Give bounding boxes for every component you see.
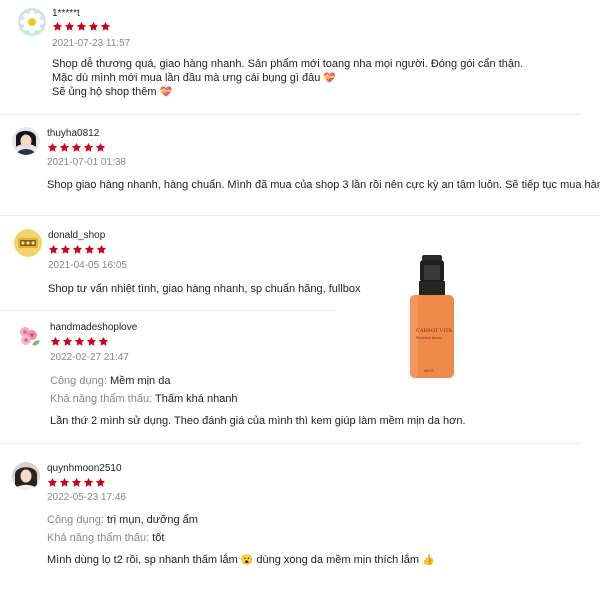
star-icon	[71, 142, 82, 153]
review-text-line: Shop dễ thương quá, giao hàng nhanh. Sản…	[52, 58, 524, 70]
product-maker-text: NAJIT	[424, 369, 435, 373]
attribute-key: Công dụng:	[50, 375, 107, 387]
star-icon	[86, 336, 97, 347]
thumbs-up-emoji: 👍	[422, 555, 435, 566]
review-date: 2022-02-27 21:47	[50, 352, 129, 363]
attribute-row: Khả năng thẩm thấu: Thấm khá nhanh	[50, 393, 238, 405]
star-icon	[95, 142, 106, 153]
review-date: 2021-04-05 16:05	[48, 260, 127, 271]
review-text-line: Lần thứ 2 mình sử dụng. Theo đánh giá củ…	[50, 415, 466, 427]
attribute-key: Công dụng:	[47, 514, 104, 526]
heart-gift-emoji: 💝	[159, 87, 173, 98]
username[interactable]: donald_shop	[48, 230, 105, 241]
star-icon	[83, 477, 94, 488]
review-date: 2021-07-23 11:57	[52, 38, 131, 49]
review-date: 2021-07-01 01:38	[47, 157, 126, 168]
star-rating	[52, 21, 111, 32]
star-icon	[62, 336, 73, 347]
star-icon	[74, 336, 85, 347]
attribute-row: Khả năng thẩm thấu: tốt	[47, 532, 164, 544]
review-text-line: Mình dùng lọ t2 rồi, sp nhanh thấm lắm 😮…	[47, 554, 435, 566]
review-text-line: Mặc dù mình mới mua lần đầu mà ưng cái b…	[52, 72, 336, 84]
star-icon	[83, 142, 94, 153]
star-icon	[98, 336, 109, 347]
divider	[0, 310, 335, 311]
star-icon	[72, 244, 83, 255]
star-icon	[95, 477, 106, 488]
star-rating	[48, 244, 107, 255]
review-text-line: Sẽ ủng hộ shop thêm 💝	[52, 86, 173, 98]
attribute-row: Công dụng: Mềm mịn da	[50, 375, 170, 387]
star-icon	[52, 21, 63, 32]
star-icon	[88, 21, 99, 32]
attribute-value: trị mụn, dưỡng ẩm	[106, 514, 198, 526]
attribute-key: Khả năng thẩm thấu:	[47, 532, 150, 544]
avatar[interactable]	[15, 322, 43, 350]
star-icon	[47, 142, 58, 153]
attribute-value: Thấm khá nhanh	[155, 393, 238, 405]
star-icon	[96, 244, 107, 255]
review-text-line: Shop tư vấn nhiệt tình, giao hàng nhanh,…	[48, 283, 361, 295]
attribute-value: tốt	[152, 532, 165, 544]
star-rating	[50, 336, 109, 347]
avatar[interactable]	[12, 127, 40, 155]
star-icon	[84, 244, 95, 255]
review-text-line: Shop giao hàng nhanh, hàng chuẩn. Mình đ…	[47, 179, 600, 191]
username[interactable]: thuyha0812	[47, 128, 99, 139]
star-icon	[100, 21, 111, 32]
avatar[interactable]	[14, 229, 42, 257]
attribute-key: Khả năng thẩm thấu:	[50, 393, 153, 405]
star-icon	[71, 477, 82, 488]
star-icon	[47, 477, 58, 488]
star-icon	[59, 142, 70, 153]
attribute-row: Công dụng: trị mụn, dưỡng ẩm	[47, 514, 198, 526]
star-rating	[47, 477, 106, 488]
star-icon	[64, 21, 75, 32]
star-rating	[47, 142, 106, 153]
surprised-face-emoji: 😮	[240, 555, 254, 566]
star-icon	[60, 244, 71, 255]
divider	[0, 215, 600, 216]
heart-gift-emoji: 💝	[323, 73, 336, 84]
username[interactable]: 1*****t	[52, 8, 80, 19]
username[interactable]: quynhmoon2510	[47, 463, 122, 474]
avatar[interactable]	[12, 462, 40, 490]
product-brand-text: CARROT VITA	[416, 328, 452, 334]
attribute-value: Mềm mịn da	[109, 375, 171, 387]
product-sub-text: Recovery serum	[416, 336, 442, 340]
avatar[interactable]	[18, 8, 46, 36]
star-icon	[50, 336, 61, 347]
review-date: 2022-05-23 17:46	[47, 492, 126, 503]
star-icon	[48, 244, 59, 255]
divider	[0, 114, 580, 115]
star-icon	[59, 477, 70, 488]
star-icon	[76, 21, 87, 32]
username[interactable]: handmadeshoplove	[50, 322, 137, 333]
divider	[0, 443, 580, 444]
product-image[interactable]: CARROT VITA Recovery serum NAJIT	[378, 255, 478, 380]
